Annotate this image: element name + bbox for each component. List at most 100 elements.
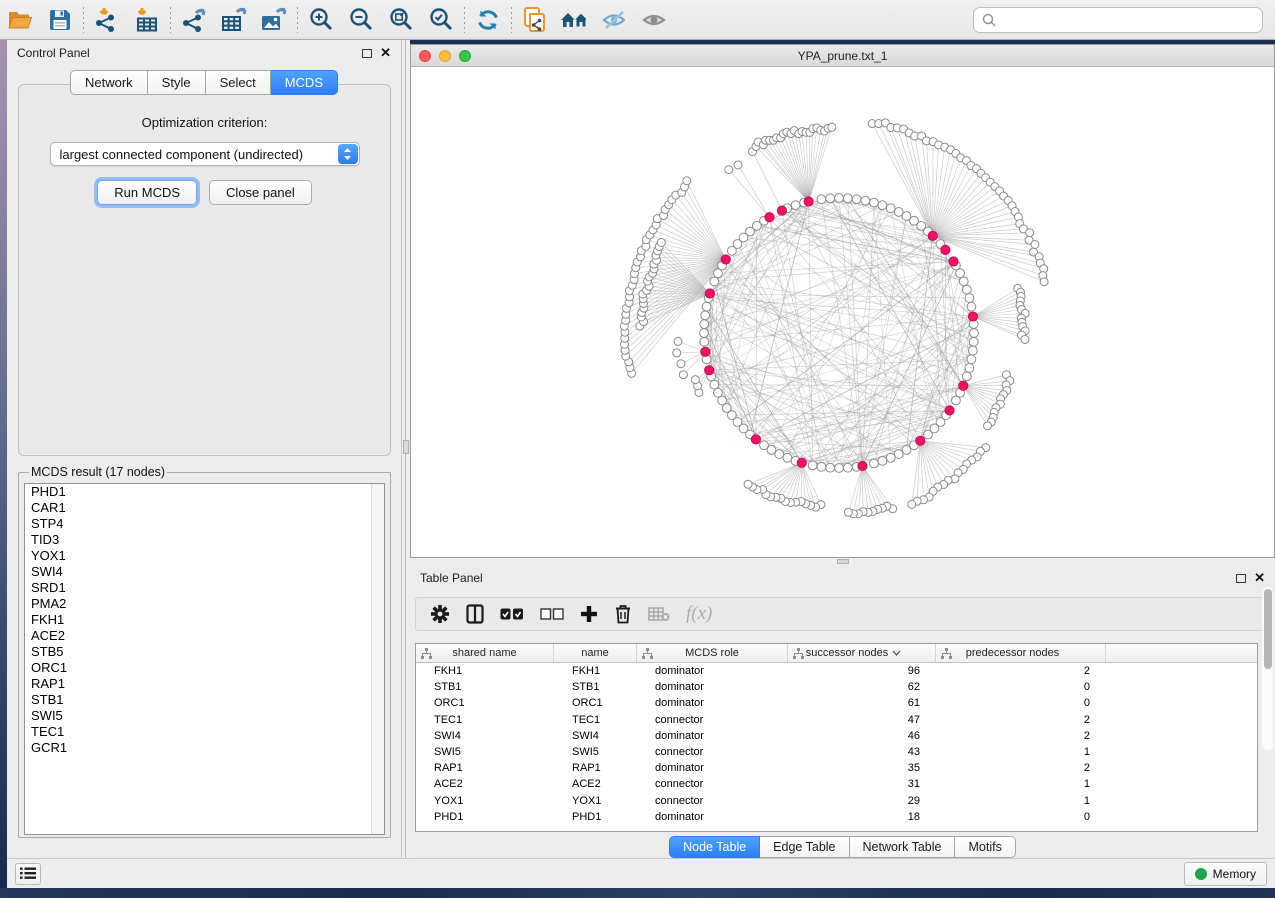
table-cell[interactable]: 1: [936, 778, 1106, 790]
tab-network-table[interactable]: Network Table: [850, 836, 956, 858]
mcds-result-item[interactable]: STP4: [25, 516, 384, 532]
network-graph-canvas[interactable]: [411, 67, 1274, 557]
column-header-name[interactable]: name: [554, 644, 637, 662]
mcds-result-item[interactable]: SRD1: [25, 580, 384, 596]
table-cell[interactable]: SWI4: [554, 730, 637, 742]
zoom-in-icon[interactable]: [301, 3, 341, 37]
column-header-predecessor-nodes[interactable]: predecessor nodes: [936, 644, 1106, 662]
table-cell[interactable]: RAP1: [554, 762, 637, 774]
first-neighbors-icon[interactable]: [555, 3, 595, 37]
delete-column-icon[interactable]: [614, 604, 632, 624]
memory-button[interactable]: Memory: [1184, 862, 1267, 886]
mcds-result-item[interactable]: RAP1: [25, 676, 384, 692]
tab-mcds[interactable]: MCDS: [271, 70, 338, 95]
table-cell[interactable]: connector: [637, 795, 788, 807]
table-cell[interactable]: STB1: [416, 681, 554, 693]
export-image-icon[interactable]: [254, 3, 294, 37]
table-row[interactable]: RAP1RAP1dominator352: [416, 760, 1257, 776]
table-cell[interactable]: 96: [788, 665, 936, 677]
table-cell[interactable]: SWI5: [416, 746, 554, 758]
refresh-layout-icon[interactable]: [468, 3, 508, 37]
mcds-result-item[interactable]: YOX1: [25, 548, 384, 564]
mcds-result-item[interactable]: FKH1: [25, 612, 384, 628]
table-cell[interactable]: 2: [936, 762, 1106, 774]
table-cell[interactable]: 0: [936, 697, 1106, 709]
table-cell[interactable]: 29: [788, 795, 936, 807]
table-cell[interactable]: ORC1: [416, 697, 554, 709]
table-cell[interactable]: STB1: [554, 681, 637, 693]
run-mcds-button[interactable]: Run MCDS: [97, 180, 197, 205]
mcds-result-item[interactable]: CAR1: [25, 500, 384, 516]
import-table-icon[interactable]: [127, 3, 167, 37]
table-row[interactable]: TEC1TEC1connector472: [416, 712, 1257, 728]
close-panel-button[interactable]: Close panel: [209, 180, 312, 205]
mcds-result-item[interactable]: PHD1: [25, 484, 384, 500]
table-cell[interactable]: 62: [788, 681, 936, 693]
tab-edge-table[interactable]: Edge Table: [760, 836, 849, 858]
horizontal-splitter[interactable]: [410, 558, 1275, 565]
table-cell[interactable]: 2: [936, 714, 1106, 726]
mcds-result-item[interactable]: STB5: [25, 644, 384, 660]
table-cell[interactable]: TEC1: [554, 714, 637, 726]
table-row[interactable]: ORC1ORC1dominator610: [416, 695, 1257, 711]
tab-select[interactable]: Select: [206, 70, 271, 95]
tab-network[interactable]: Network: [70, 70, 148, 95]
table-cell[interactable]: FKH1: [554, 665, 637, 677]
column-header-shared-name[interactable]: shared name: [416, 644, 554, 662]
table-cell[interactable]: dominator: [637, 762, 788, 774]
table-cell[interactable]: 2: [936, 665, 1106, 677]
optimization-criterion-dropdown[interactable]: largest connected component (undirected): [50, 142, 360, 166]
table-cell[interactable]: ACE2: [554, 778, 637, 790]
table-cell[interactable]: connector: [637, 714, 788, 726]
network-window-titlebar[interactable]: YPA_prune.txt_1: [411, 45, 1274, 67]
mcds-result-item[interactable]: PMA2: [25, 596, 384, 612]
table-cell[interactable]: 47: [788, 714, 936, 726]
table-cell[interactable]: 43: [788, 746, 936, 758]
table-cell[interactable]: 2: [936, 730, 1106, 742]
table-cell[interactable]: dominator: [637, 697, 788, 709]
table-cell[interactable]: SWI5: [554, 746, 637, 758]
table-row[interactable]: SWI5SWI5connector431: [416, 744, 1257, 760]
table-scrollbar[interactable]: [1262, 587, 1273, 750]
table-cell[interactable]: TEC1: [416, 714, 554, 726]
close-panel-icon[interactable]: ✕: [380, 48, 391, 58]
table-cell[interactable]: 18: [788, 811, 936, 823]
mcds-result-item[interactable]: TEC1: [25, 724, 384, 740]
close-panel-icon[interactable]: ✕: [1254, 573, 1265, 583]
table-cell[interactable]: 61: [788, 697, 936, 709]
table-cell[interactable]: PHD1: [554, 811, 637, 823]
tab-style[interactable]: Style: [148, 70, 206, 95]
open-session-icon[interactable]: [0, 3, 40, 37]
table-cell[interactable]: 0: [936, 811, 1106, 823]
settings-gear-icon[interactable]: [430, 604, 450, 624]
table-cell[interactable]: 1: [936, 795, 1106, 807]
table-cell[interactable]: dominator: [637, 665, 788, 677]
table-cell[interactable]: connector: [637, 746, 788, 758]
table-row[interactable]: FKH1FKH1dominator962: [416, 663, 1257, 679]
table-cell[interactable]: SWI4: [416, 730, 554, 742]
column-header-MCDS-role[interactable]: MCDS role: [637, 644, 788, 662]
tab-node-table[interactable]: Node Table: [669, 836, 760, 858]
mcds-result-item[interactable]: GCR1: [25, 740, 384, 756]
table-row[interactable]: PHD1PHD1dominator180: [416, 809, 1257, 825]
table-cell[interactable]: dominator: [637, 811, 788, 823]
table-scrollbar-thumb[interactable]: [1264, 589, 1272, 669]
zoom-selected-icon[interactable]: [421, 3, 461, 37]
table-cell[interactable]: ACE2: [416, 778, 554, 790]
vertical-splitter[interactable]: [402, 40, 410, 858]
table-row[interactable]: YOX1YOX1connector291: [416, 793, 1257, 809]
hide-selected-icon[interactable]: [595, 3, 635, 37]
table-cell[interactable]: RAP1: [416, 762, 554, 774]
search-box[interactable]: [973, 7, 1263, 33]
mcds-list-scrollbar[interactable]: [371, 484, 384, 834]
table-cell[interactable]: ORC1: [554, 697, 637, 709]
float-panel-icon[interactable]: [362, 49, 372, 58]
table-cell[interactable]: FKH1: [416, 665, 554, 677]
table-cell[interactable]: 35: [788, 762, 936, 774]
table-cell[interactable]: PHD1: [416, 811, 554, 823]
zoom-fit-icon[interactable]: [381, 3, 421, 37]
mcds-result-list[interactable]: PHD1CAR1STP4TID3YOX1SWI4SRD1PMA2FKH1ACE2…: [24, 483, 385, 835]
mcds-result-item[interactable]: STB1: [25, 692, 384, 708]
show-all-icon[interactable]: [635, 3, 675, 37]
save-session-icon[interactable]: [40, 3, 80, 37]
